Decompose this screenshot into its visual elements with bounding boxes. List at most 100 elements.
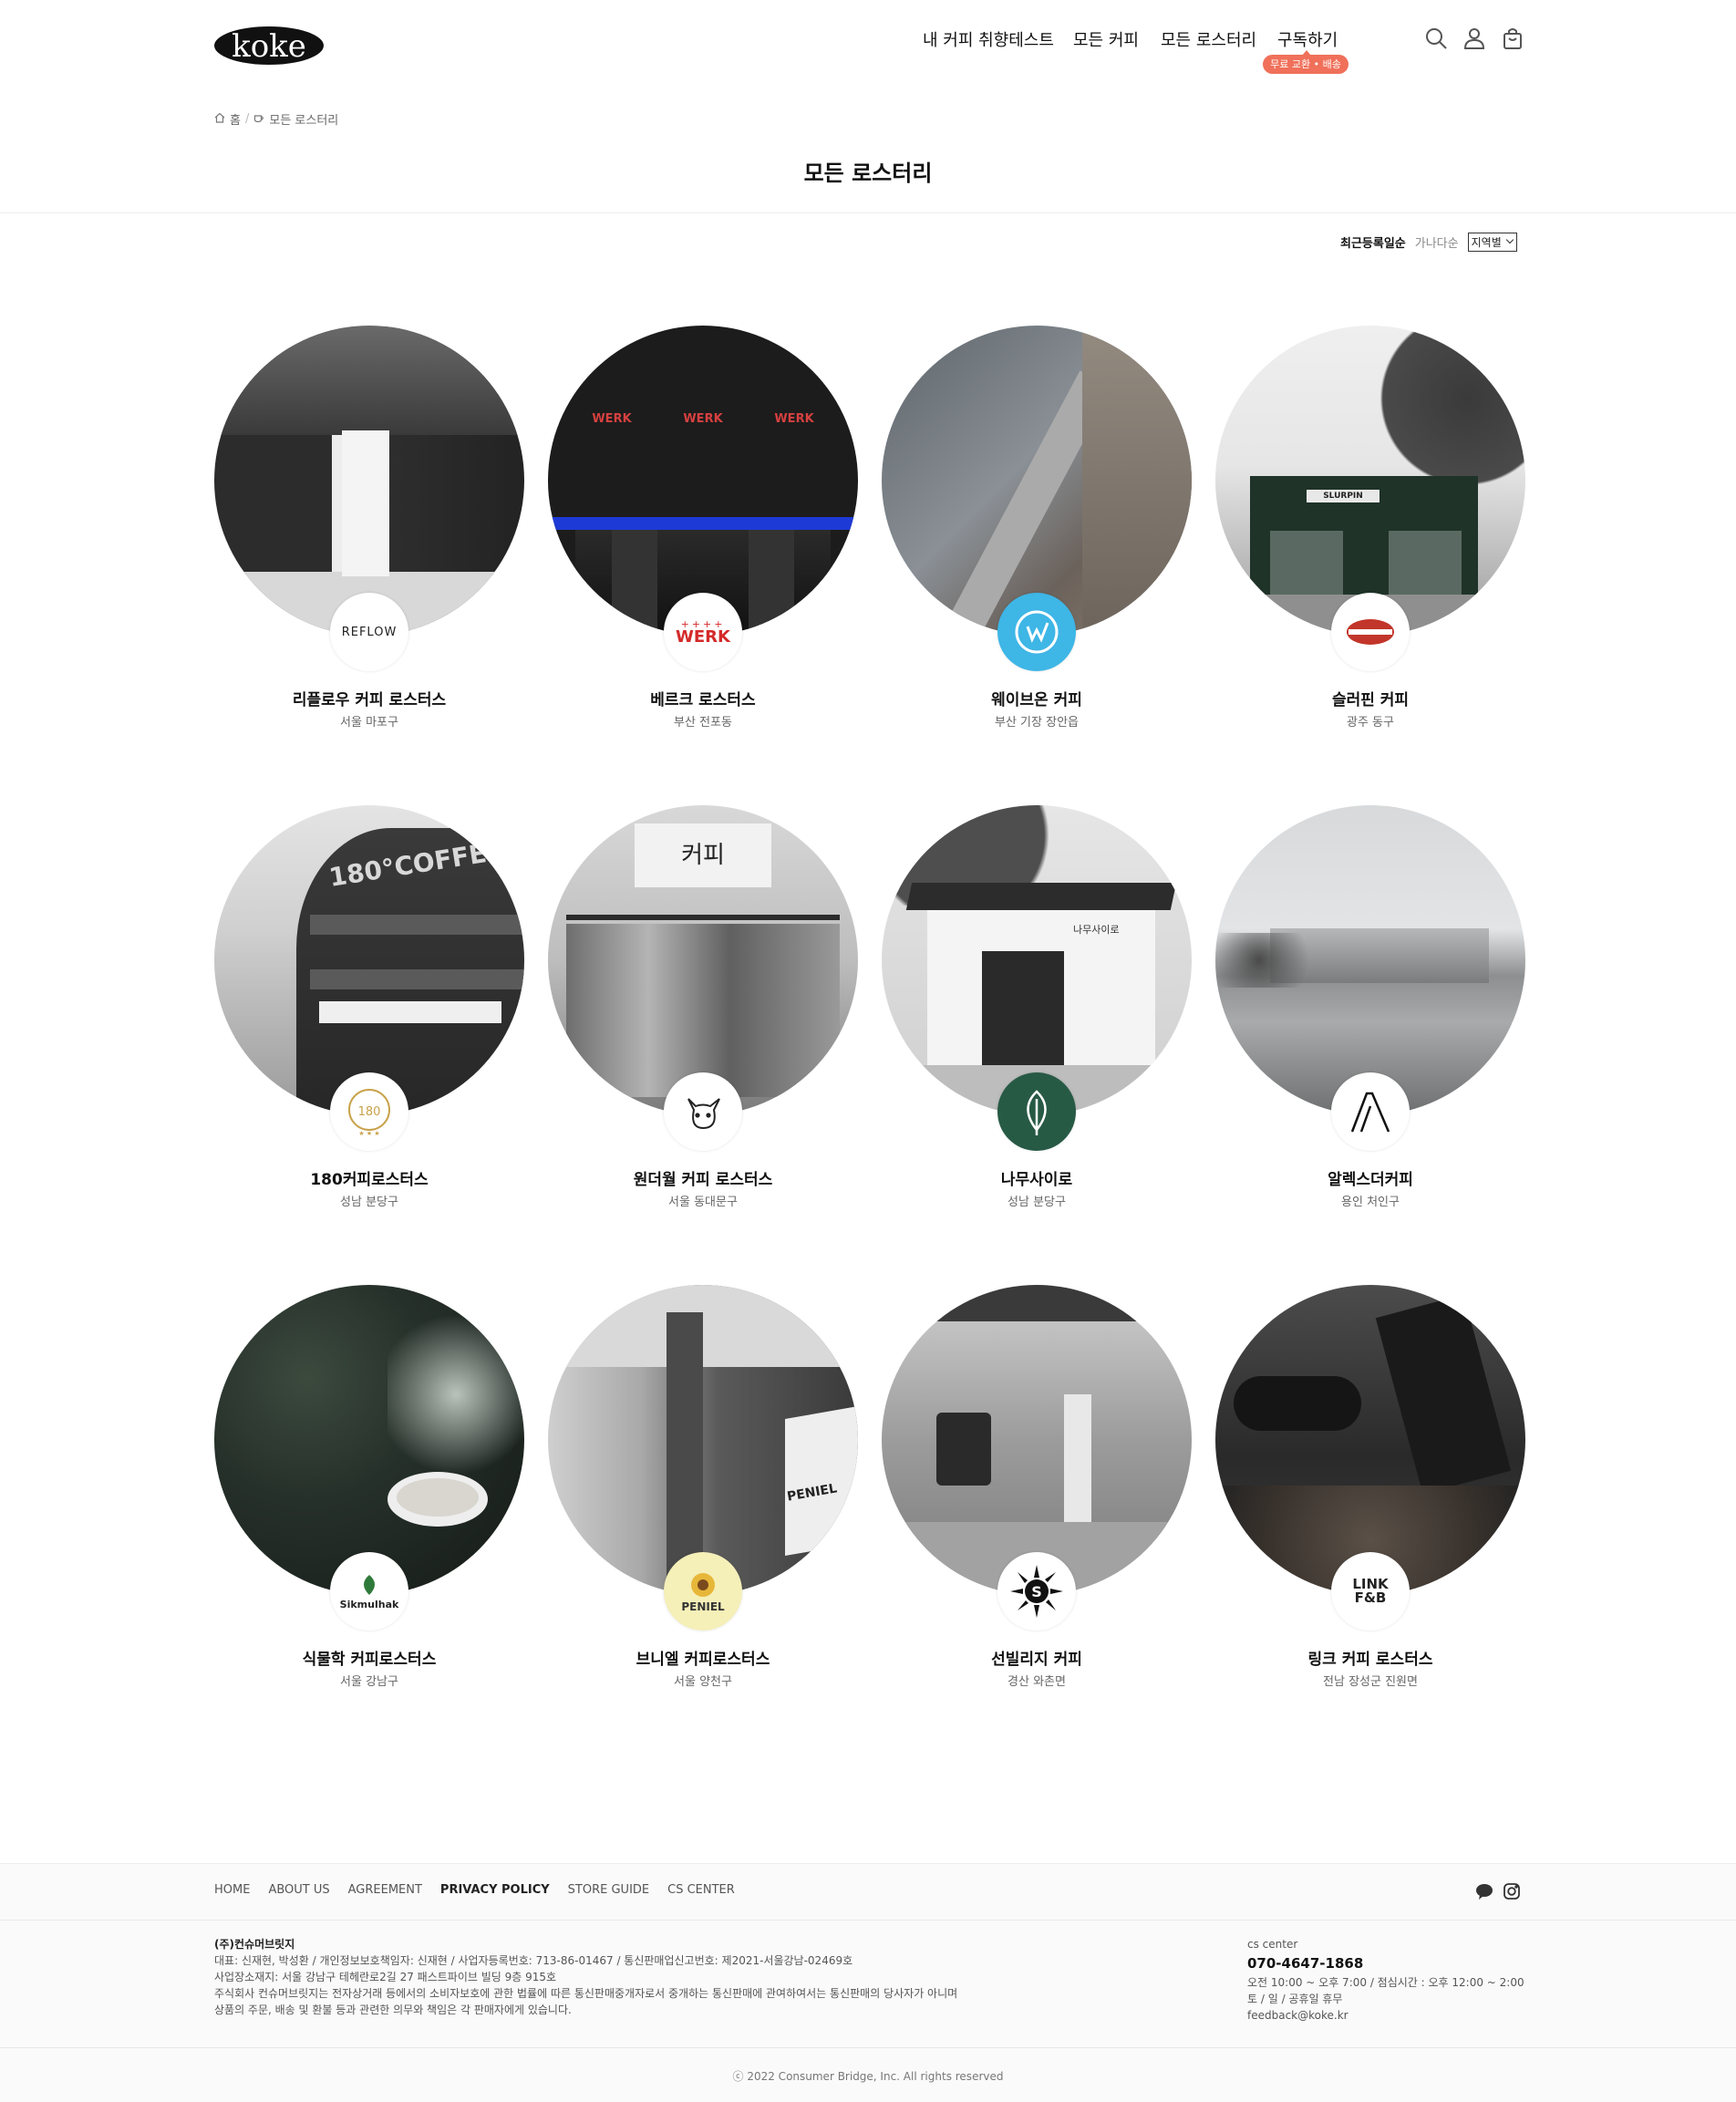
cs-center-info: cs center 070-4647-1868 오전 10:00 ~ 오후 7:… xyxy=(1247,1936,1524,2024)
breadcrumb-home[interactable]: 홈 xyxy=(230,110,241,128)
copyright: ⓒ 2022 Consumer Bridge, Inc. All rights … xyxy=(732,2070,1004,2083)
roastery-photo: WERK WERK WERK xyxy=(548,326,858,636)
kakao-chat-icon[interactable] xyxy=(1474,1881,1494,1901)
roastery-photo xyxy=(214,1285,524,1595)
roastery-photo: 180°COFFEE xyxy=(214,805,524,1115)
roastery-location: 서울 동대문구 xyxy=(668,1196,738,1209)
search-icon[interactable] xyxy=(1423,26,1449,51)
roastery-location: 부산 전포동 xyxy=(674,716,732,730)
roastery-card-alexthecoffee[interactable]: 알렉스더커피 용인 처인구 xyxy=(1215,805,1525,1216)
roastery-logo xyxy=(1331,593,1410,671)
cs-email[interactable]: feedback@koke.kr xyxy=(1247,2007,1524,2024)
roastery-photo: 커피 xyxy=(548,805,858,1115)
footer-link-home[interactable]: HOME xyxy=(214,1883,250,1897)
svg-text:S: S xyxy=(1031,1583,1042,1600)
roastery-photo xyxy=(882,326,1192,636)
sort-bar: 최근등록일순 가나다순 지역별 xyxy=(1340,233,1517,252)
roastery-logo: ++++ WERK xyxy=(664,593,742,671)
page-title: 모든 로스터리 xyxy=(803,160,933,186)
roastery-name: 선빌리지 커피 xyxy=(991,1651,1082,1669)
breadcrumb-current: 모든 로스터리 xyxy=(269,114,339,128)
roastery-location: 전남 장성군 진원면 xyxy=(1323,1675,1418,1689)
roastery-logo: PENIEL xyxy=(664,1552,742,1631)
roastery-location: 성남 분당구 xyxy=(1008,1196,1066,1209)
roastery-card-waveon[interactable]: 웨이브온 커피 부산 기장 장안읍 xyxy=(882,326,1192,736)
nav-subscribe[interactable]: 구독하기 xyxy=(1277,27,1338,51)
company-line: 사업장소재지: 서울 강남구 테헤란로2길 27 패스트파이브 빌딩 9층 91… xyxy=(214,1971,557,1983)
roastery-card-reflow[interactable]: REFLOW 리플로우 커피 로스터스 서울 마포구 xyxy=(214,326,524,736)
footer-divider xyxy=(0,2047,1736,2048)
footer-link-about[interactable]: ABOUT US xyxy=(268,1883,329,1897)
home-icon[interactable] xyxy=(214,112,225,127)
roastery-name: 슬러핀 커피 xyxy=(1331,691,1410,709)
roastery-logo: Sikmulhak xyxy=(330,1552,408,1631)
roastery-location: 서울 양천구 xyxy=(674,1675,732,1689)
logo-text: koke xyxy=(232,28,306,65)
roastery-card-sunvillage[interactable]: S 선빌리지 커피 경산 와촌면 xyxy=(882,1285,1192,1695)
roastery-card-180coffee[interactable]: 180°COFFEE 180 ★ ★ ★ 180커피로스터스 성남 분당구 xyxy=(214,805,524,1216)
instagram-icon[interactable] xyxy=(1502,1881,1522,1901)
roastery-name: 180커피로스터스 xyxy=(310,1171,429,1189)
roastery-photo: SLURPIN xyxy=(1215,326,1525,636)
roastery-name: 링크 커피 로스터스 xyxy=(1307,1651,1433,1669)
roastery-location: 부산 기장 장안읍 xyxy=(995,716,1079,730)
nav-taste-test[interactable]: 내 커피 취향테스트 xyxy=(923,27,1054,51)
breadcrumb: 홈 / 모든 로스터리 xyxy=(214,110,338,128)
cs-hours: 오전 10:00 ~ 오후 7:00 / 점심시간 : 오후 12:00 ~ 2… xyxy=(1247,1976,1524,1989)
roastery-card-namusairo[interactable]: 나무사이로 나무사이로 성남 분당구 xyxy=(882,805,1192,1216)
cs-holiday: 토 / 일 / 공휴일 휴무 xyxy=(1247,1993,1343,2005)
nav-all-roastery[interactable]: 모든 로스터리 xyxy=(1161,27,1256,51)
header-divider xyxy=(0,212,1736,213)
breadcrumb-separator: / xyxy=(244,112,250,126)
company-name: (주)컨슈머브릿지 xyxy=(214,1938,295,1951)
roastery-logo xyxy=(997,593,1076,671)
roastery-card-link[interactable]: LINK F&B 링크 커피 로스터스 전남 장성군 진원면 xyxy=(1215,1285,1525,1695)
sort-alphabetical[interactable]: 가나다순 xyxy=(1415,233,1459,251)
roastery-name: 원더월 커피 로스터스 xyxy=(633,1171,773,1189)
roastery-location: 용인 처인구 xyxy=(1341,1196,1400,1209)
cup-icon xyxy=(253,112,264,127)
roastery-logo xyxy=(1331,1072,1410,1151)
roastery-location: 성남 분당구 xyxy=(340,1196,398,1209)
roastery-name: 알렉스더커피 xyxy=(1328,1171,1413,1189)
footer-link-store-guide[interactable]: STORE GUIDE xyxy=(568,1883,649,1897)
site-header: koke 내 커피 취향테스트 모든 커피 모든 로스터리 구독하기 무료 교환… xyxy=(0,0,1736,91)
region-select[interactable]: 지역별 xyxy=(1467,233,1517,252)
roastery-location: 서울 강남구 xyxy=(340,1675,398,1689)
roastery-card-peniel[interactable]: PENIEL PENIEL 브니엘 커피로스터스 서울 양천구 xyxy=(548,1285,858,1695)
company-line: 주식회사 컨슈머브릿지는 전자상거래 등에서의 소비자보호에 관한 법률에 따른… xyxy=(214,1987,958,2000)
company-info: (주)컨슈머브릿지 대표: 신재현, 박성환 / 개인정보보호책임자: 신재현 … xyxy=(214,1936,957,2018)
roastery-logo: REFLOW xyxy=(330,593,408,671)
roastery-card-wonderwall[interactable]: 커피 원더월 커피 로스터스 서울 동대문구 xyxy=(548,805,858,1216)
cs-phone[interactable]: 070-4647-1868 xyxy=(1247,1952,1524,1974)
footer-links: HOME ABOUT US AGREEMENT PRIVACY POLICY S… xyxy=(214,1883,735,1897)
roastery-card-werk[interactable]: WERK WERK WERK ++++ WERK 베르크 로스터스 부산 전포동 xyxy=(548,326,858,736)
cart-icon[interactable] xyxy=(1500,26,1525,51)
nav-all-coffee[interactable]: 모든 커피 xyxy=(1073,27,1139,51)
roastery-name: 리플로우 커피 로스터스 xyxy=(292,691,447,709)
cs-label: cs center xyxy=(1247,1938,1298,1951)
roastery-location: 서울 마포구 xyxy=(340,716,398,730)
footer-link-privacy[interactable]: PRIVACY POLICY xyxy=(440,1883,550,1897)
koke-logo[interactable]: koke xyxy=(214,26,324,66)
svg-text:★ ★ ★: ★ ★ ★ xyxy=(358,1130,379,1137)
roastery-card-sikmulhak[interactable]: Sikmulhak 식물학 커피로스터스 서울 강남구 xyxy=(214,1285,524,1695)
sort-recent[interactable]: 최근등록일순 xyxy=(1340,233,1406,251)
footer-link-cs-center[interactable]: CS CENTER xyxy=(667,1883,735,1897)
footer-link-agreement[interactable]: AGREEMENT xyxy=(348,1883,422,1897)
roastery-photo: 나무사이로 xyxy=(882,805,1192,1115)
roastery-location: 경산 와촌면 xyxy=(1008,1675,1066,1689)
company-line: 상품의 주문, 배송 및 환불 등과 관련한 의무와 책임은 각 판매자에게 있… xyxy=(214,2004,572,2016)
subscribe-badge: 무료 교환 • 배송 xyxy=(1263,50,1348,74)
user-icon[interactable] xyxy=(1462,26,1487,51)
roastery-name: 베르크 로스터스 xyxy=(650,691,756,709)
roastery-logo: LINK F&B xyxy=(1331,1552,1410,1631)
roastery-photo xyxy=(1215,805,1525,1115)
roastery-card-slurpin[interactable]: SLURPIN 슬러핀 커피 광주 동구 xyxy=(1215,326,1525,736)
roastery-name: 나무사이로 xyxy=(1000,1171,1073,1189)
company-line: 대표: 신재현, 박성환 / 개인정보보호책임자: 신재현 / 사업자등록번호:… xyxy=(214,1954,853,1967)
roastery-location: 광주 동구 xyxy=(1347,716,1394,730)
roastery-name: 브니엘 커피로스터스 xyxy=(636,1651,770,1669)
roastery-name: 웨이브온 커피 xyxy=(991,691,1082,709)
roastery-photo xyxy=(1215,1285,1525,1595)
